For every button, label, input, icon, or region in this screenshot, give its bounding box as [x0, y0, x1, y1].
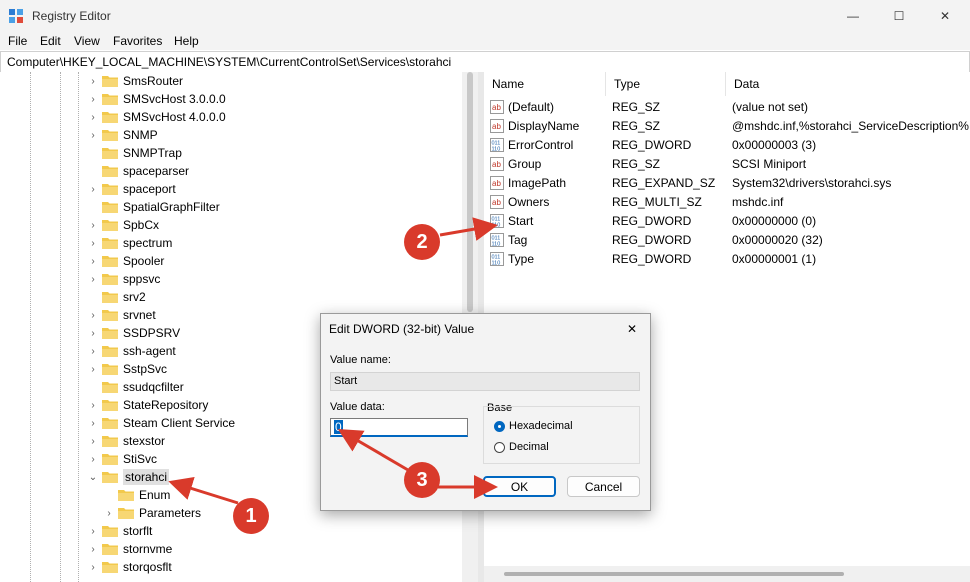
annotation-arrows [168, 217, 498, 505]
annotation-badge-1: 1 [233, 498, 269, 534]
annotation-badge-2: 2 [404, 224, 440, 260]
annotation-badge-3: 3 [404, 462, 440, 498]
arrow-3a [337, 428, 409, 472]
arrow-2 [439, 217, 498, 241]
arrow-1 [168, 476, 239, 505]
